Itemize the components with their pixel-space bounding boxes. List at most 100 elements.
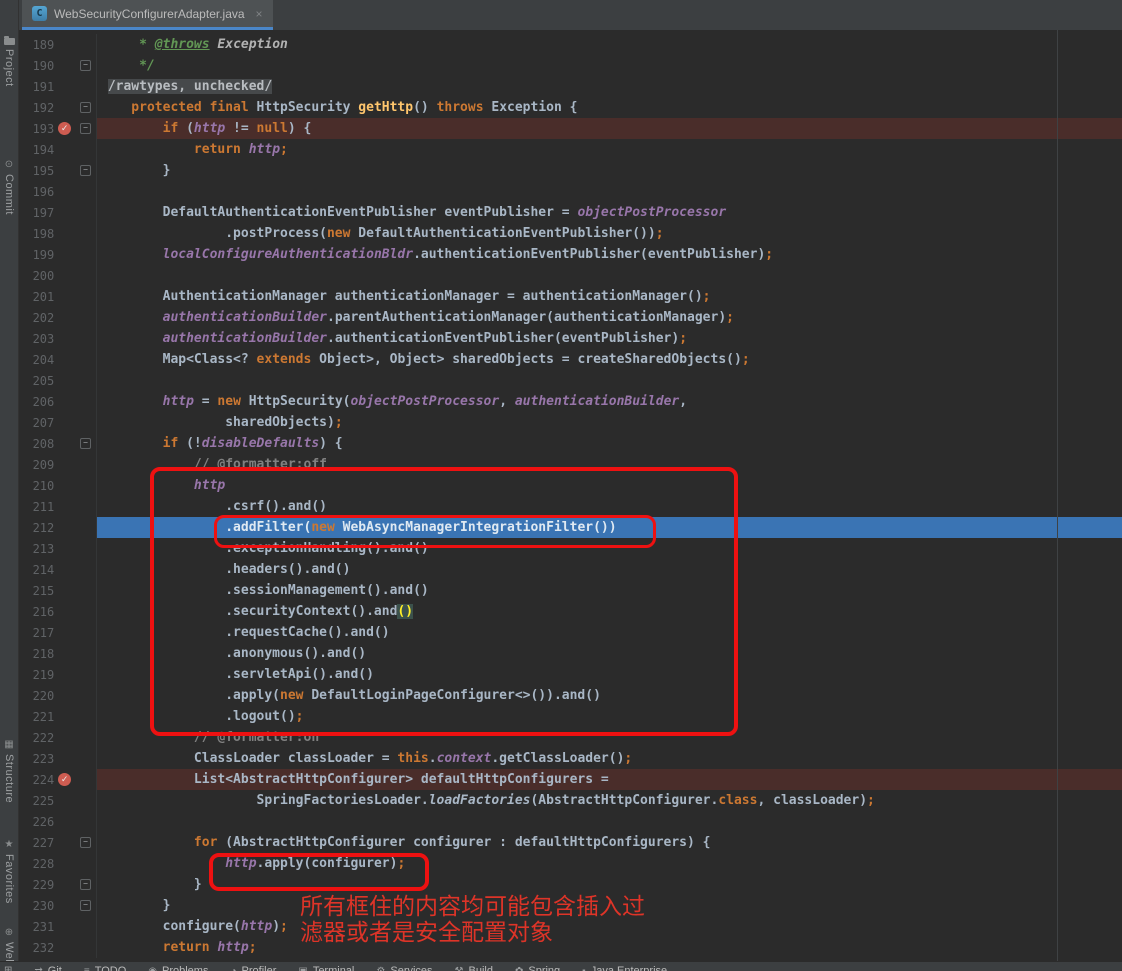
- code-line-212[interactable]: 212 .addFilter(new WebAsyncManagerIntegr…: [18, 517, 1122, 538]
- fold-marker[interactable]: −: [80, 900, 91, 911]
- gutter[interactable]: 204: [18, 349, 96, 370]
- code-text[interactable]: for (AbstractHttpConfigurer configurer :…: [96, 832, 1122, 853]
- gutter[interactable]: 221: [18, 706, 96, 727]
- gutter[interactable]: 199: [18, 244, 96, 265]
- code-text[interactable]: AuthenticationManager authenticationMana…: [96, 286, 1122, 307]
- code-text[interactable]: [96, 811, 1122, 832]
- code-line-207[interactable]: 207 sharedObjects);: [18, 412, 1122, 433]
- gutter[interactable]: 208−: [18, 433, 96, 454]
- code-line-206[interactable]: 206 http = new HttpSecurity(objectPostPr…: [18, 391, 1122, 412]
- tab-websecurityconfigureradapter[interactable]: C WebSecurityConfigurerAdapter.java ×: [22, 0, 273, 27]
- line-number[interactable]: 218: [18, 647, 54, 661]
- line-number[interactable]: 195: [18, 164, 54, 178]
- gutter[interactable]: 193✓−: [18, 118, 96, 139]
- line-number[interactable]: 211: [18, 500, 54, 514]
- sidebar-item-commit[interactable]: ⊙Commit: [0, 160, 18, 215]
- gutter[interactable]: 218: [18, 643, 96, 664]
- line-number[interactable]: 194: [18, 143, 54, 157]
- code-line-199[interactable]: 199 localConfigureAuthenticationBldr.aut…: [18, 244, 1122, 265]
- gutter[interactable]: 225: [18, 790, 96, 811]
- code-line-226[interactable]: 226: [18, 811, 1122, 832]
- gutter[interactable]: 228: [18, 853, 96, 874]
- line-number[interactable]: 223: [18, 752, 54, 766]
- code-text[interactable]: List<AbstractHttpConfigurer> defaultHttp…: [96, 769, 1122, 790]
- line-number[interactable]: 190: [18, 59, 54, 73]
- line-number[interactable]: 231: [18, 920, 54, 934]
- line-number[interactable]: 224: [18, 773, 54, 787]
- code-text[interactable]: .apply(new DefaultLoginPageConfigurer<>(…: [96, 685, 1122, 706]
- code-text[interactable]: .csrf().and(): [96, 496, 1122, 517]
- code-text[interactable]: protected final HttpSecurity getHttp() t…: [96, 97, 1122, 118]
- code-text[interactable]: authenticationBuilder.authenticationEven…: [96, 328, 1122, 349]
- gutter[interactable]: 224 ✓: [18, 769, 96, 790]
- code-line-211[interactable]: 211 .csrf().and(): [18, 496, 1122, 517]
- code-line-219[interactable]: 219 .servletApi().and(): [18, 664, 1122, 685]
- fold-marker[interactable]: −: [80, 123, 91, 134]
- line-number[interactable]: 192: [18, 101, 54, 115]
- code-line-215[interactable]: 215 .sessionManagement().and(): [18, 580, 1122, 601]
- code-editor[interactable]: 189 * @throws Exception190− */191 /rawty…: [18, 30, 1122, 961]
- code-text[interactable]: .anonymous().and(): [96, 643, 1122, 664]
- code-line-202[interactable]: 202 authenticationBuilder.parentAuthenti…: [18, 307, 1122, 328]
- gutter[interactable]: 222: [18, 727, 96, 748]
- code-line-222[interactable]: 222 // @formatter:on: [18, 727, 1122, 748]
- code-text[interactable]: .exceptionHandling().and(): [96, 538, 1122, 559]
- code-line-224[interactable]: 224 ✓ List<AbstractHttpConfigurer> defaul…: [18, 769, 1122, 790]
- line-number[interactable]: 191: [18, 80, 54, 94]
- gutter[interactable]: 196: [18, 181, 96, 202]
- statusbar-item-problems[interactable]: ◉Problems: [148, 965, 208, 971]
- bookmark-icon[interactable]: ✓: [58, 773, 71, 786]
- gutter[interactable]: 226: [18, 811, 96, 832]
- code-text[interactable]: */: [96, 55, 1122, 76]
- line-number[interactable]: 193: [18, 122, 54, 136]
- gutter[interactable]: 206: [18, 391, 96, 412]
- line-number[interactable]: 207: [18, 416, 54, 430]
- code-line-209[interactable]: 209 // @formatter:off: [18, 454, 1122, 475]
- statusbar-item-profiler[interactable]: ◔Profiler: [230, 965, 276, 971]
- code-text[interactable]: return http;: [96, 139, 1122, 160]
- code-text[interactable]: [96, 181, 1122, 202]
- code-line-194[interactable]: 194 return http;: [18, 139, 1122, 160]
- code-text[interactable]: // @formatter:off: [96, 454, 1122, 475]
- code-line-205[interactable]: 205: [18, 370, 1122, 391]
- code-line-228[interactable]: 228 http.apply(configurer);: [18, 853, 1122, 874]
- sidebar-item-structure[interactable]: ▦Structure: [0, 740, 18, 803]
- gutter[interactable]: 211: [18, 496, 96, 517]
- gutter[interactable]: 201: [18, 286, 96, 307]
- line-number[interactable]: 196: [18, 185, 54, 199]
- gutter[interactable]: 232: [18, 937, 96, 958]
- code-text[interactable]: .requestCache().and(): [96, 622, 1122, 643]
- line-number[interactable]: 216: [18, 605, 54, 619]
- fold-marker[interactable]: −: [80, 879, 91, 890]
- code-line-200[interactable]: 200: [18, 265, 1122, 286]
- gutter[interactable]: 216: [18, 601, 96, 622]
- code-text[interactable]: }: [96, 160, 1122, 181]
- fold-marker[interactable]: −: [80, 837, 91, 848]
- line-number[interactable]: 198: [18, 227, 54, 241]
- line-number[interactable]: 229: [18, 878, 54, 892]
- statusbar-item-build[interactable]: ⚒Build: [455, 965, 493, 971]
- gutter[interactable]: 205: [18, 370, 96, 391]
- gutter[interactable]: 192−: [18, 97, 96, 118]
- sidebar-item-favorites[interactable]: ★Favorites: [0, 840, 18, 904]
- gutter[interactable]: 194: [18, 139, 96, 160]
- line-number[interactable]: 203: [18, 332, 54, 346]
- code-text[interactable]: http = new HttpSecurity(objectPostProces…: [96, 391, 1122, 412]
- gutter[interactable]: 231: [18, 916, 96, 937]
- line-number[interactable]: 213: [18, 542, 54, 556]
- gutter[interactable]: 213: [18, 538, 96, 559]
- code-text[interactable]: .sessionManagement().and(): [96, 580, 1122, 601]
- code-line-229[interactable]: 229− }: [18, 874, 1122, 895]
- line-number[interactable]: 227: [18, 836, 54, 850]
- line-number[interactable]: 209: [18, 458, 54, 472]
- gutter[interactable]: 189: [18, 34, 96, 55]
- line-number[interactable]: 208: [18, 437, 54, 451]
- code-text[interactable]: [96, 265, 1122, 286]
- line-number[interactable]: 232: [18, 941, 54, 955]
- code-line-227[interactable]: 227 − for (AbstractHttpConfigurer configu…: [18, 832, 1122, 853]
- code-line-192[interactable]: 192− protected final HttpSecurity getHtt…: [18, 97, 1122, 118]
- code-line-217[interactable]: 217 .requestCache().and(): [18, 622, 1122, 643]
- fold-marker[interactable]: −: [80, 165, 91, 176]
- code-text[interactable]: if (!disableDefaults) {: [96, 433, 1122, 454]
- gutter[interactable]: 212: [18, 517, 96, 538]
